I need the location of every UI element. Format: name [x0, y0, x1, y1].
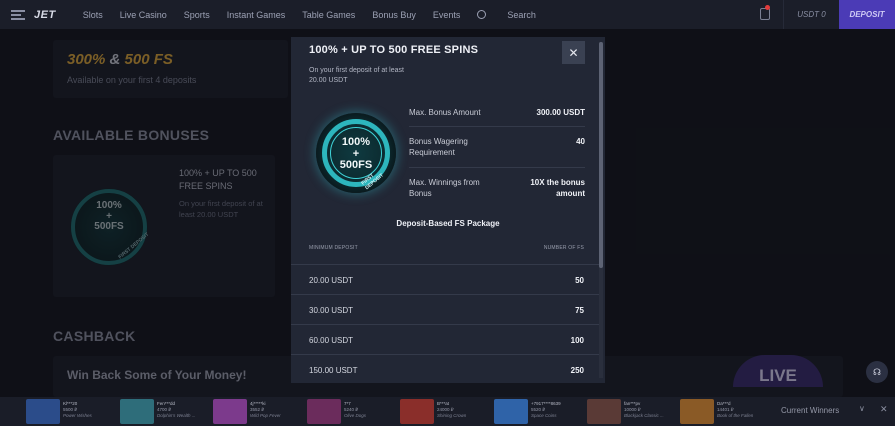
nav-item-bonus-buy[interactable]: Bonus Buy [372, 10, 416, 20]
game-thumbnail [680, 399, 714, 424]
game-thumbnail [26, 399, 60, 424]
column-header-deposit: MINIMUM DEPOSIT [309, 245, 358, 251]
row-fs: 75 [575, 306, 584, 315]
close-button[interactable]: ✕ [562, 41, 585, 64]
game-thumbnail [213, 399, 247, 424]
game-thumbnail [120, 399, 154, 424]
divider [409, 126, 585, 127]
winner-name: 7*7 [344, 401, 351, 406]
table-row: 60.00 USDT 100 [291, 324, 599, 354]
nav-item-sports[interactable]: Sports [184, 10, 210, 20]
row-deposit: 60.00 USDT [309, 336, 354, 345]
info-label: Max. Bonus Amount [409, 108, 481, 117]
row-deposit: 150.00 USDT [309, 366, 358, 375]
hamburger-menu-icon[interactable] [11, 9, 25, 20]
winner-name: fan***pv [624, 401, 641, 406]
winner-game: Space Coins [531, 413, 557, 418]
winners-ticker: Kl***20 5500 ₽ Power Wishes Fen***dd 470… [0, 397, 895, 426]
scrollbar-thumb[interactable] [599, 42, 603, 268]
column-header-fs: NUMBER OF FS [543, 245, 584, 251]
winner-name: +7917****8639 [531, 401, 561, 406]
table-row: 150.00 USDT 250 [291, 354, 599, 383]
search-label: Search [507, 9, 536, 20]
nav-item-table-games[interactable]: Table Games [302, 10, 355, 20]
winner-game: Dolphin's Wealth ... [157, 413, 196, 418]
winner-game: Blackjack Classic ... [624, 413, 664, 418]
row-deposit: 30.00 USDT [309, 306, 354, 315]
first-deposit-badge: 100% +500FS FIRST DEPOSIT [316, 113, 396, 193]
main-nav: Slots Live Casino Sports Instant Games T… [83, 10, 570, 20]
winner-game: Power Wishes [63, 413, 92, 418]
winner-name: Da***d [717, 401, 731, 406]
modal-title: 100% + UP TO 500 FREE SPINS [309, 44, 479, 56]
headset-icon: ☊ [873, 366, 881, 377]
nav-item-events[interactable]: Events [433, 10, 461, 20]
game-thumbnail [400, 399, 434, 424]
info-label: Bonus Wagering Requirement [409, 137, 468, 158]
deposit-button[interactable]: DEPOSIT [839, 0, 895, 29]
info-value: 40 [576, 137, 585, 146]
table-row: 30.00 USDT 75 [291, 294, 599, 324]
search-icon [477, 10, 487, 19]
nav-item-instant-games[interactable]: Instant Games [227, 10, 286, 20]
row-deposit: 20.00 USDT [309, 276, 354, 285]
info-value: 10X the bonus amount [530, 178, 585, 199]
winner-name: Kl***20 [63, 401, 78, 406]
winner-game: Wild Pop Fever [250, 413, 281, 418]
table-row: 20.00 USDT 50 [291, 264, 599, 294]
winner-game: Shining Crown [437, 413, 467, 418]
game-thumbnail [494, 399, 528, 424]
winner-game: Book of the Fallen [717, 413, 754, 418]
winner-game: Olive Dogs [344, 413, 367, 418]
winner-name: 4j*****ki [250, 401, 266, 406]
winner-name: B***at [437, 401, 450, 406]
info-label: Max. Winnings from Bonus [409, 178, 480, 199]
divider [409, 167, 585, 168]
close-icon: ✕ [568, 45, 579, 60]
row-fs: 100 [570, 336, 584, 345]
balance-display[interactable]: USDT 0 [783, 0, 839, 29]
notification-dot [765, 5, 770, 10]
game-thumbnail [587, 399, 621, 424]
gift-icon[interactable] [760, 8, 770, 20]
logo[interactable]: JET [34, 9, 56, 21]
chevron-down-icon[interactable]: ∨ [859, 404, 865, 413]
package-title: Deposit-Based FS Package [396, 219, 500, 228]
row-fs: 50 [575, 276, 584, 285]
current-winners-label[interactable]: Current Winners [781, 406, 839, 415]
close-icon[interactable]: ✕ [880, 404, 888, 415]
nav-search[interactable]: Search [477, 10, 553, 20]
game-thumbnail [307, 399, 341, 424]
winner-name: Fen***dd [157, 401, 176, 406]
modal-subtitle: On your first deposit of at least 20.00 … [309, 67, 404, 84]
bonus-details-modal: 100% + UP TO 500 FREE SPINS ✕ On your fi… [291, 37, 605, 383]
nav-item-slots[interactable]: Slots [83, 10, 103, 20]
row-fs: 250 [570, 366, 584, 375]
info-value: 300.00 USDT [536, 108, 585, 117]
nav-item-live-casino[interactable]: Live Casino [120, 10, 167, 20]
support-chat-button[interactable]: ☊ [866, 361, 888, 383]
